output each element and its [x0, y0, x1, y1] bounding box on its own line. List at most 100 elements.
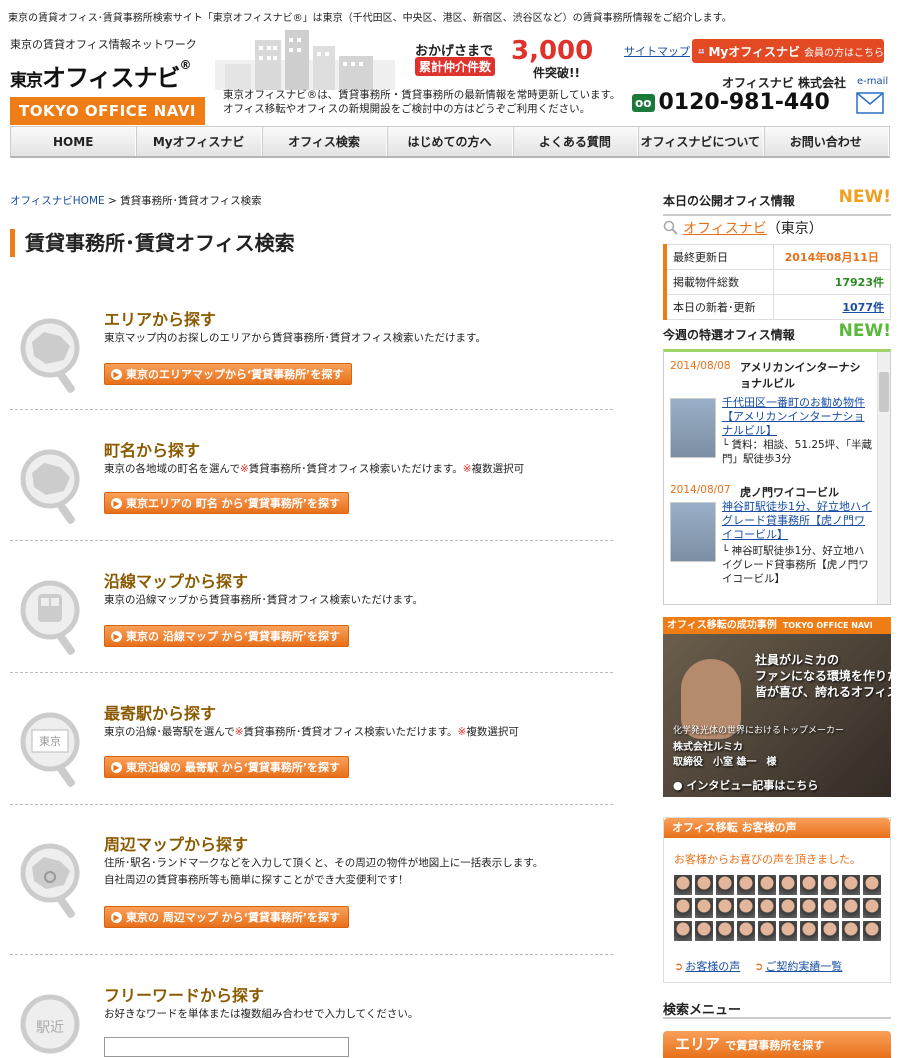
featured-link[interactable]: 神谷町駅徒歩1分、好立地ハイグレード貸事務所【虎ノ門ワイコービル】 [722, 500, 872, 542]
nav-about[interactable]: オフィスナビについて [638, 127, 764, 156]
featured-header: 今週の特選オフィス情報 NEW! [663, 322, 891, 350]
nav-my-office-navi[interactable]: Myオフィスナビ [136, 127, 262, 156]
section-description: 東京の沿線･最寄駅を選んで※賃貸事務所･賃貸オフィス検索いただけます。※複数選択… [104, 724, 519, 741]
face-photo [758, 875, 776, 895]
asterisk: ※ [234, 726, 244, 738]
face-photo [737, 921, 755, 941]
breadcrumb-home-link[interactable]: オフィスナビHOME [10, 195, 105, 207]
section-title: 町名から探す [104, 441, 201, 460]
scrollbar-thumb[interactable] [879, 372, 889, 412]
success-bar-en: TOKYO OFFICE NAVI [782, 621, 873, 630]
face-photo [695, 921, 713, 941]
section-title: 沿線マップから探す [104, 572, 249, 591]
customer-voice-link[interactable]: お客様の声 [685, 960, 740, 973]
logo-english: TOKYO OFFICE NAVI [10, 97, 205, 125]
keyword-magnifier-icon: 駅近 [20, 994, 80, 1054]
info-label: 掲載物件総数 [663, 269, 774, 295]
map-magnifier-icon [20, 318, 80, 393]
success-case-banner[interactable]: オフィス移転の成功事例 TOKYO OFFICE NAVI 社員がルミカの ファン… [663, 617, 891, 797]
search-section-nearby: 周辺マップから探す 住所･駅名･ランドマークなどを入力して頂くと、その周辺の物件… [10, 831, 613, 955]
face-photo [695, 875, 713, 895]
freeword-input[interactable] [104, 1037, 349, 1057]
new-badge: NEW! [838, 187, 891, 207]
info-value-link[interactable]: 1077件 [772, 294, 891, 320]
logo-title: 東京オフィスナビ® [10, 58, 205, 93]
section-title: エリアから探す [104, 310, 217, 329]
info-label: 最終更新日 [663, 244, 774, 270]
face-photo [758, 898, 776, 918]
face-photo [695, 898, 713, 918]
desc-part: 東京の沿線･最寄駅を選んで [104, 726, 235, 738]
info-row: 本日の新着･更新 1077件 [663, 294, 891, 320]
desc-part: 東京の各地域の町名を選んで [104, 463, 240, 475]
face-photo [800, 875, 818, 895]
area-map-search-button[interactable]: ▶ 東京のエリアマップから‘賃貸事務所’を探す [104, 363, 353, 385]
nav-contact[interactable]: お問い合わせ [764, 127, 889, 156]
featured-list[interactable]: 2014/08/08 アメリカンインターナショナルビル 千代田区一番町のお勧め物… [663, 349, 891, 605]
section-title: フリーワードから探す [104, 986, 265, 1005]
search-section-town: 町名から探す 東京の各地域の町名を選んで※賃貸事務所･賃貸オフィス検索いただけま… [10, 437, 613, 541]
face-photo [863, 898, 881, 918]
my-office-navi-button[interactable]: Myオフィスナビ 会員の方はこちら [692, 39, 884, 63]
info-label: 本日の新着･更新 [663, 294, 774, 320]
success-bar: オフィス移転の成功事例 TOKYO OFFICE NAVI [663, 617, 891, 634]
featured-date: 2014/08/08 [670, 360, 731, 372]
site-logo[interactable]: 東京の賃貸オフィス情報ネットワーク 東京オフィスナビ® TOKYO OFFICE… [10, 36, 205, 125]
town-search-button[interactable]: ▶ 東京エリアの 町名 から‘賃貸事務所’を探す [104, 492, 350, 514]
logo-registered-mark: ® [179, 58, 192, 72]
featured-title: 今週の特選オフィス情報 [663, 328, 795, 342]
my-office-navi-label: Myオフィスナビ [708, 44, 800, 59]
section-description: 東京マップ内のお探しのエリアから賃貸事務所･賃貸オフィス検索いただけます。 [104, 332, 486, 344]
nav-first-time[interactable]: はじめての方へ [387, 127, 513, 156]
section-description: 住所･駅名･ランドマークなどを入力して頂くと、その周辺の物件が地図上に一括表示し… [104, 855, 543, 889]
header-description-line1: 東京オフィスナビ®は、賃貸事務所・賃貸事務所の最新情報を常時更新しています。 [223, 89, 621, 101]
section-title: 最寄駅から探す [104, 704, 217, 723]
featured-photo[interactable] [670, 398, 716, 458]
featured-photo[interactable] [670, 502, 716, 562]
sitemap-link[interactable]: サイトマップ [624, 43, 690, 59]
face-photo [863, 921, 881, 941]
nav-faq[interactable]: よくある質問 [513, 127, 639, 156]
email-label[interactable]: e-mail [857, 76, 888, 87]
today-office-title: 本日の公開オフィス情報 [663, 194, 795, 208]
face-photo [758, 921, 776, 941]
arrow-circle-icon: ▶ [111, 630, 122, 642]
mail-icon[interactable] [856, 92, 884, 114]
interview-link[interactable]: ● インタビュー記事はこちら [673, 777, 818, 793]
success-bar-title: オフィス移転の成功事例 [667, 620, 777, 631]
quote-line3: 皆が喜び、誇れるオフィスに。 [755, 685, 891, 699]
customer-faces[interactable] [674, 875, 884, 941]
featured-name: 虎ノ門ワイコービル [740, 486, 839, 499]
nav-home[interactable]: HOME [11, 127, 137, 156]
face-photo [674, 898, 692, 918]
people-icon [698, 48, 705, 54]
arrow-circle-icon: ▶ [111, 761, 122, 773]
face-photo [716, 875, 734, 895]
quote-line2: ファンになる環境を作りたい。 [755, 669, 891, 683]
face-photo [779, 898, 797, 918]
train-magnifier-icon [20, 580, 80, 655]
featured-link[interactable]: 千代田区一番町のお勧め物件【アメリカンインターナショナルビル】 [722, 396, 872, 438]
nearby-map-search-button[interactable]: ▶ 東京の 周辺マップ から‘賃貸事務所’を探す [104, 906, 350, 928]
desc-part: 複数選択可 [471, 463, 525, 475]
nav-office-search[interactable]: オフィス検索 [262, 127, 388, 156]
section-description: 東京の沿線マップから賃貸事務所･賃貸オフィス検索いただけます。 [104, 594, 423, 606]
keyword-text: 駅近 [36, 1020, 64, 1036]
line-map-search-button[interactable]: ▶ 東京の 沿線マップ から‘賃貸事務所’を探す [104, 625, 350, 647]
section-description: 東京の各地域の町名を選んで※賃貸事務所･賃貸オフィス検索いただけます。※複数選択… [104, 461, 524, 478]
face-photo [863, 875, 881, 895]
face-photo [716, 898, 734, 918]
achievement-number: 3,000 [511, 36, 594, 66]
office-navi-link[interactable]: オフィスナビ [683, 218, 767, 238]
contract-record-link[interactable]: ご契約実績一覧 [765, 960, 842, 973]
station-search-button[interactable]: ▶ 東京沿線の 最寄駅 から‘賃貸事務所’を探す [104, 756, 350, 778]
search-section-area: エリアから探す 東京マップ内のお探しのエリアから賃貸事務所･賃貸オフィス検索いた… [10, 306, 613, 410]
area-search-bar[interactable]: エリア で賃貸事務所を探す [663, 1031, 891, 1058]
section-description: お好きなワードを単体または複数組み合わせで入力してください。 [104, 1008, 419, 1020]
button-label: 東京の 周辺マップ から‘賃貸事務所’を探す [126, 911, 341, 924]
breadcrumb: オフィスナビHOME > 賃貸事務所･賃貸オフィス検索 [10, 193, 262, 208]
button-label: 東京エリアの 町名 から‘賃貸事務所’を探す [126, 497, 341, 510]
asterisk: ※ [462, 463, 472, 475]
scrollbar[interactable] [877, 352, 890, 604]
featured-desc: └ 賃料：相談、51.25坪、「半蔵門」駅徒歩3分 [722, 439, 872, 465]
